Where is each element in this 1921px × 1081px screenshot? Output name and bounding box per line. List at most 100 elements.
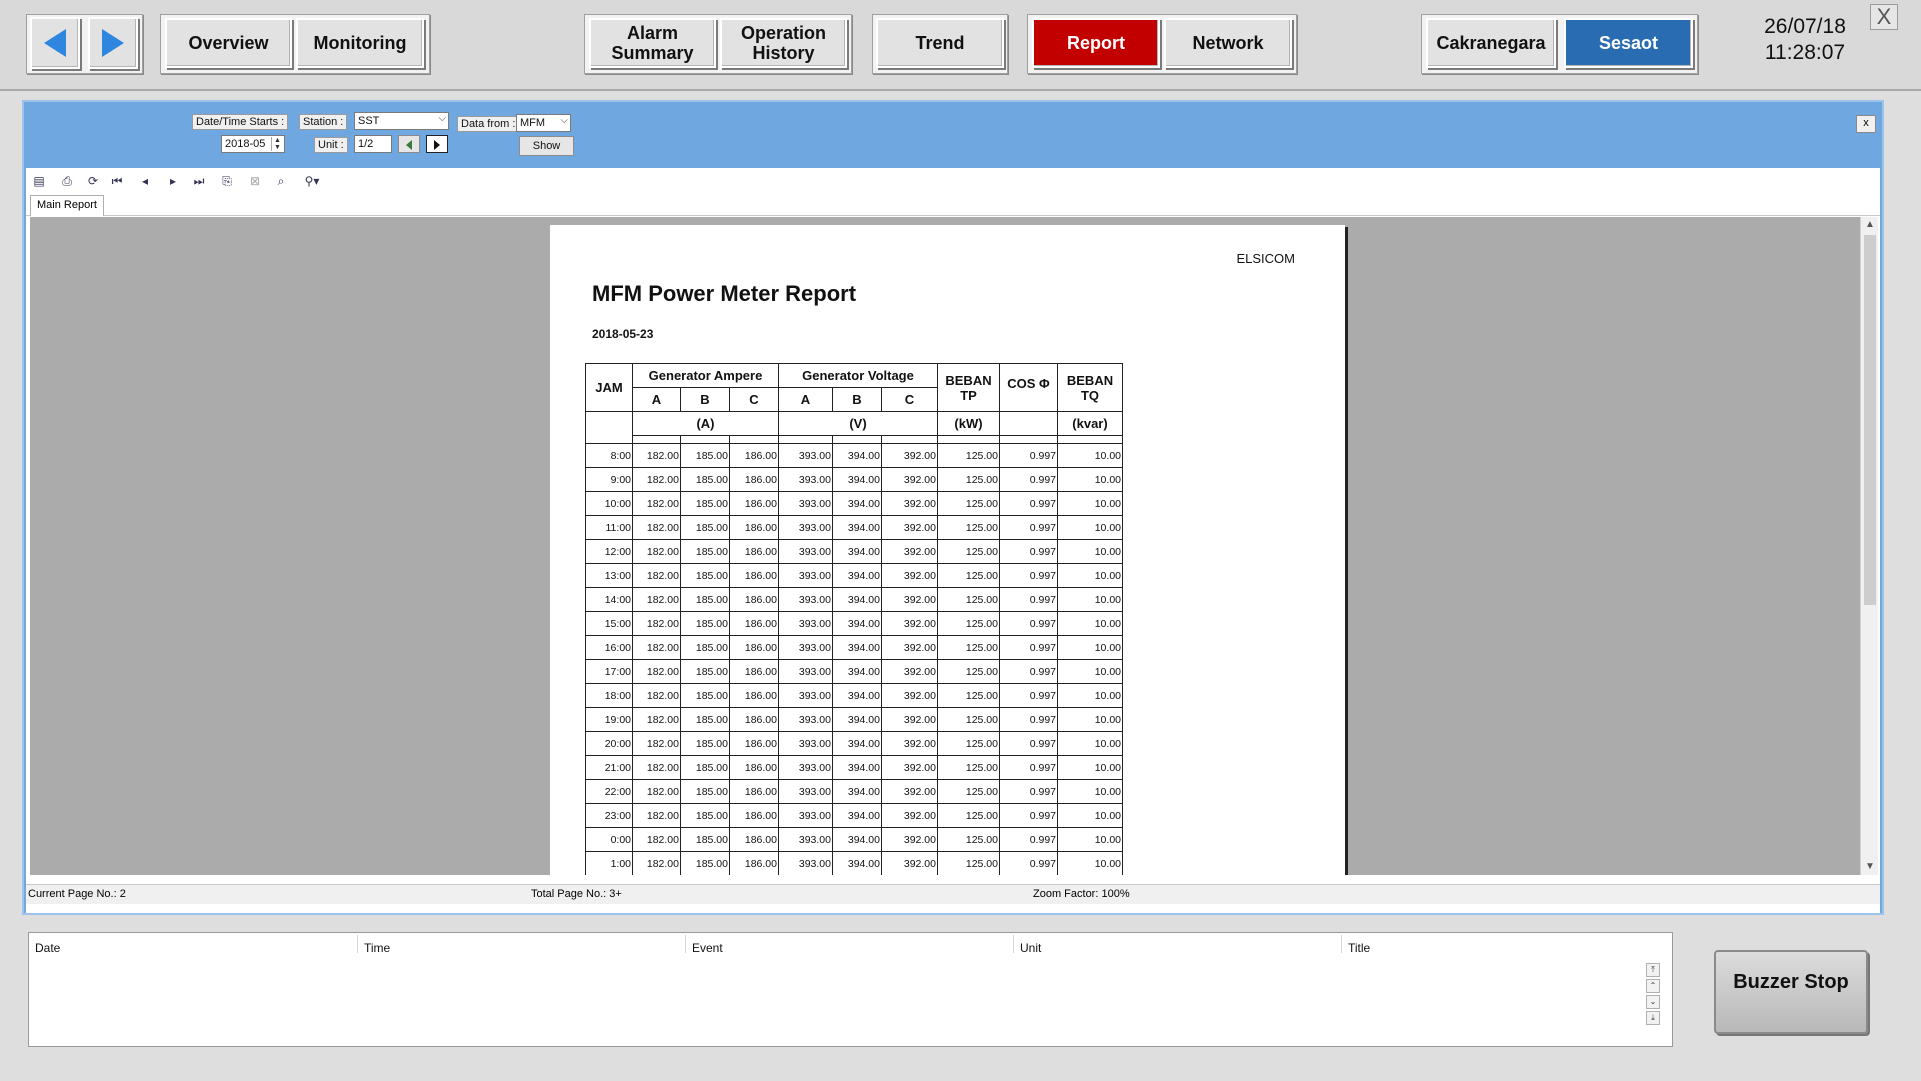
- unit-kw: (kW): [937, 411, 1000, 436]
- zoom-icon[interactable]: ⚲▾: [298, 173, 326, 189]
- goto-page-icon[interactable]: ⎘: [218, 173, 236, 189]
- vertical-scrollbar[interactable]: ▲ ▼: [1860, 217, 1878, 875]
- station-sesaot-button[interactable]: Sesaot: [1564, 18, 1693, 68]
- table-cell: 16:00: [585, 635, 633, 660]
- network-button[interactable]: Network: [1164, 18, 1292, 68]
- station-label: Station :: [299, 114, 348, 130]
- forward-button[interactable]: [88, 17, 138, 69]
- show-button[interactable]: Show: [519, 136, 574, 156]
- report-button[interactable]: Report: [1032, 18, 1160, 68]
- table-cell: 393.00: [778, 731, 833, 756]
- station-value: SST: [358, 115, 380, 127]
- scroll-top-icon[interactable]: ⤒: [1646, 963, 1660, 977]
- table-cell: 392.00: [881, 827, 938, 852]
- table-cell: 394.00: [832, 515, 882, 540]
- tab-main-report[interactable]: Main Report: [30, 195, 104, 216]
- unit-next-button[interactable]: [426, 135, 448, 153]
- viewer-status-bar: Current Page No.: 2 Total Page No.: 3+ Z…: [26, 884, 1880, 904]
- table-cell: 186.00: [729, 683, 779, 708]
- table-cell: 125.00: [937, 827, 1000, 852]
- report-close-button[interactable]: x: [1856, 115, 1876, 133]
- table-cell: 393.00: [778, 827, 833, 852]
- scroll-down-icon[interactable]: ▼: [1861, 859, 1879, 875]
- prev-page-icon[interactable]: ◂: [136, 173, 154, 189]
- station-cakranegara-button[interactable]: Cakranegara: [1426, 18, 1556, 68]
- chevron-down-icon: ⌵: [438, 113, 446, 124]
- table-cell: 394.00: [832, 587, 882, 612]
- table-cell: 125.00: [937, 491, 1000, 516]
- scroll-bottom-icon[interactable]: ⤓: [1646, 1011, 1660, 1025]
- clock-date: 26/07/18: [1764, 15, 1846, 38]
- table-cell: 0.997: [999, 707, 1058, 732]
- search-icon[interactable]: ⌕: [272, 173, 290, 189]
- column-divider: [1013, 935, 1014, 953]
- table-cell: 394.00: [832, 707, 882, 732]
- print-icon[interactable]: ⎙: [58, 173, 76, 189]
- station-select[interactable]: SST ⌵: [354, 112, 449, 130]
- table-cell: 182.00: [632, 851, 681, 875]
- table-cell: 182.00: [632, 515, 681, 540]
- monitoring-button[interactable]: Monitoring: [296, 18, 424, 68]
- table-cell: 125.00: [937, 659, 1000, 684]
- table-cell: 10.00: [1057, 659, 1123, 684]
- table-row: 20:00 182.00 185.00 186.00 393.00 394.00 392.0…: [585, 731, 1123, 756]
- table-cell: 392.00: [881, 755, 938, 780]
- scroll-up-icon[interactable]: ▲: [1861, 217, 1879, 233]
- table-cell: 182.00: [632, 731, 681, 756]
- last-page-icon[interactable]: ⏭: [190, 173, 208, 189]
- table-cell: 10.00: [1057, 683, 1123, 708]
- back-button[interactable]: [30, 17, 80, 69]
- table-cell: 0.997: [999, 827, 1058, 852]
- report-page: ELSICOM MFM Power Meter Report 2018-05-2…: [550, 225, 1345, 875]
- table-cell: 394.00: [832, 467, 882, 492]
- trend-button[interactable]: Trend: [876, 18, 1004, 68]
- next-page-icon[interactable]: ▸: [164, 173, 182, 189]
- table-cell: 125.00: [937, 707, 1000, 732]
- table-cell: 182.00: [632, 467, 681, 492]
- table-cell: 186.00: [729, 851, 779, 875]
- unit-prev-button[interactable]: [398, 135, 420, 153]
- table-cell: 393.00: [778, 755, 833, 780]
- clock: 26/07/18 11:28:07: [1740, 14, 1870, 66]
- overview-button[interactable]: Overview: [165, 18, 292, 68]
- scroll-up-icon[interactable]: ⌃: [1646, 979, 1660, 993]
- table-cell: 186.00: [729, 467, 779, 492]
- status-total-pages: Total Page No.: 3+: [531, 888, 622, 900]
- table-cell: 392.00: [881, 683, 938, 708]
- table-cell: 186.00: [729, 587, 779, 612]
- refresh-icon[interactable]: ⟳: [84, 173, 102, 189]
- buzzer-stop-button[interactable]: Buzzer Stop: [1714, 950, 1868, 1034]
- operation-history-button[interactable]: Operation History: [720, 18, 847, 68]
- table-cell: 392.00: [881, 563, 938, 588]
- arrow-left-icon: [44, 29, 66, 57]
- table-cell: 393.00: [778, 443, 833, 468]
- table-cell: 394.00: [832, 803, 882, 828]
- alarm-summary-button[interactable]: Alarm Summary: [589, 18, 716, 68]
- table-cell: 0.997: [999, 755, 1058, 780]
- table-cell: 393.00: [778, 587, 833, 612]
- export-icon[interactable]: ▤: [30, 173, 48, 189]
- stop-icon[interactable]: ⊠: [246, 173, 264, 189]
- datafrom-label: Data from :: [457, 116, 520, 132]
- spinner-icon[interactable]: ▲ ▼: [271, 137, 283, 151]
- table-cell: 182.00: [632, 803, 681, 828]
- scroll-thumb[interactable]: [1864, 235, 1876, 605]
- window-close-button[interactable]: X: [1870, 4, 1898, 30]
- datafrom-select[interactable]: MFM ⌵: [516, 114, 571, 132]
- column-divider: [685, 935, 686, 953]
- table-cell: 186.00: [729, 443, 779, 468]
- table-cell: 22:00: [585, 779, 633, 804]
- table-cell: 14:00: [585, 587, 633, 612]
- col-jam: JAM: [585, 363, 633, 412]
- table-row: 12:00 182.00 185.00 186.00 393.00 394.00 392.0…: [585, 539, 1123, 564]
- table-cell: 0.997: [999, 467, 1058, 492]
- table-cell: 182.00: [632, 443, 681, 468]
- table-cell: 0.997: [999, 635, 1058, 660]
- eventlog-scroll-controls: ⤒ ⌃ ⌄ ⤓: [1646, 961, 1662, 1043]
- unit-input[interactable]: 1/2: [354, 135, 392, 153]
- col-voltage-a: A: [778, 387, 833, 412]
- datetime-input[interactable]: 2018-05 ▲ ▼: [221, 135, 285, 153]
- scroll-down-icon[interactable]: ⌄: [1646, 995, 1660, 1009]
- first-page-icon[interactable]: ⏮: [108, 173, 126, 189]
- col-beban-tq: BEBAN TQ: [1057, 363, 1123, 412]
